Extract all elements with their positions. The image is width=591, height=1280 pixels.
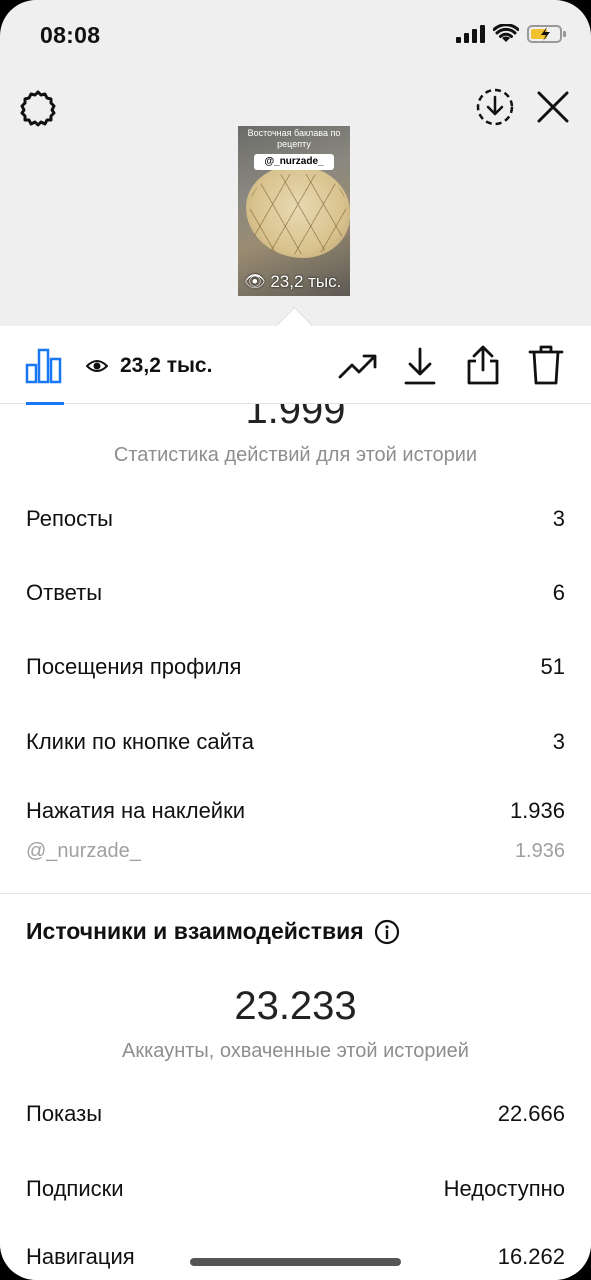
row-website-clicks: Клики по кнопке сайта 3 bbox=[26, 729, 565, 754]
viewers-button[interactable]: 23,2 тыс. bbox=[86, 350, 306, 382]
screen: 08:08 Восточная баклава по рецепту @_nur… bbox=[0, 0, 591, 1280]
story-views-overlay: 👁 23,2 тыс. bbox=[244, 272, 342, 291]
download-button[interactable] bbox=[400, 344, 440, 388]
info-icon[interactable] bbox=[374, 919, 400, 945]
wifi-icon bbox=[493, 24, 519, 42]
save-story-button[interactable] bbox=[474, 86, 516, 128]
row-impressions: Показы 22.666 bbox=[26, 1101, 565, 1126]
story-caption: Восточная баклава по рецепту bbox=[247, 128, 341, 149]
reach-total: 23.233 bbox=[234, 984, 357, 1028]
close-icon bbox=[537, 91, 569, 123]
row-follows: Подписки Недоступно bbox=[26, 1176, 565, 1201]
download-circle-icon bbox=[476, 88, 514, 126]
discovery-title: Источники и взаимодействия bbox=[26, 918, 400, 945]
row-profile-visits: Посещения профиля 51 bbox=[26, 654, 565, 679]
row-reposts: Репосты 3 bbox=[26, 506, 565, 531]
settings-button[interactable] bbox=[18, 88, 58, 128]
row-replies: Ответы 6 bbox=[26, 580, 565, 605]
insights-tab[interactable] bbox=[22, 344, 66, 386]
status-icons bbox=[455, 24, 567, 44]
insights-content[interactable]: 1.999 Статистика действий для этой истор… bbox=[0, 404, 591, 1280]
insights-toolbar: 23,2 тыс. bbox=[0, 326, 591, 405]
trending-up-icon bbox=[338, 354, 377, 379]
row-sticker-taps: Нажатия на наклейки 1.936 bbox=[26, 798, 565, 823]
eye-icon: 👁 bbox=[244, 272, 266, 291]
story-mention-sticker: @_nurzade_ bbox=[254, 154, 334, 170]
story-thumbnail[interactable]: Восточная баклава по рецепту @_nurzade_ … bbox=[238, 126, 350, 296]
cellular-signal-icon bbox=[456, 25, 485, 43]
row-sticker-mention: @_nurzade_ 1.936 bbox=[26, 840, 565, 862]
battery-charging-icon bbox=[527, 25, 566, 43]
section-divider bbox=[0, 893, 591, 894]
eye-icon bbox=[86, 360, 108, 372]
home-indicator[interactable] bbox=[190, 1258, 401, 1266]
download-icon bbox=[404, 347, 436, 385]
reach-caption: Аккаунты, охваченные этой историей bbox=[122, 1040, 469, 1062]
share-button[interactable] bbox=[462, 342, 504, 388]
gear-icon bbox=[20, 90, 56, 127]
views-count: 23,2 тыс. bbox=[120, 354, 213, 377]
delete-button[interactable] bbox=[526, 342, 566, 388]
promote-button[interactable] bbox=[336, 346, 380, 386]
close-button[interactable] bbox=[532, 86, 574, 128]
trash-icon bbox=[528, 345, 564, 385]
row-navigation: Навигация 16.262 bbox=[26, 1244, 565, 1269]
actions-caption: Статистика действий для этой истории bbox=[113, 444, 478, 466]
bar-chart-icon bbox=[25, 348, 62, 384]
actions-total: 1.999 bbox=[245, 404, 346, 432]
status-time: 08:08 bbox=[40, 22, 101, 48]
share-icon bbox=[467, 345, 499, 385]
insights-sheet: 23,2 тыс. 1.999 Статистика действий для … bbox=[0, 326, 591, 1280]
